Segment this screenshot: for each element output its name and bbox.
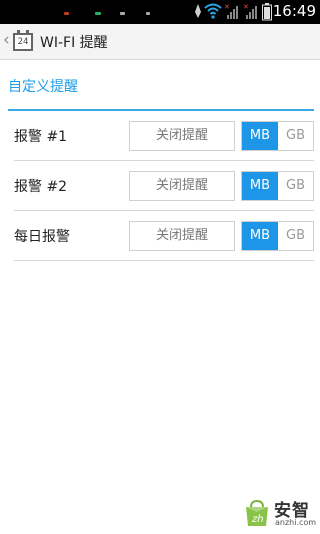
unit-mb-button[interactable]: MB (242, 172, 278, 200)
page-title: WI-FI 提醒 (40, 35, 108, 51)
unit-toggle: MB GB (241, 221, 314, 251)
unit-gb-button[interactable]: GB (278, 122, 313, 150)
notification-dot-icon (120, 12, 125, 15)
shopping-bag-logo-icon: zh (246, 499, 268, 526)
battery-icon (262, 3, 272, 21)
row-label: 报警 #1 (14, 129, 68, 145)
row-label: 每日报警 (14, 229, 70, 245)
back-chevron-icon[interactable]: ‹ (3, 30, 10, 50)
wifi-icon (204, 3, 222, 19)
action-bar: ‹ 24 WI-FI 提醒 (0, 24, 320, 60)
status-time: 16:49 (272, 2, 316, 20)
unit-gb-button[interactable]: GB (278, 222, 313, 250)
status-bar: ✕ ✕ 16:49 (0, 0, 320, 24)
svg-text:zh: zh (251, 514, 264, 525)
alert-row-1: 报警 #1 关闭提醒 MB GB (14, 111, 314, 161)
notification-dot-icon (64, 12, 69, 15)
turn-off-reminder-button[interactable]: 关闭提醒 (129, 171, 235, 201)
anzhi-watermark: zh 安智 anzhi.com (242, 496, 316, 530)
unit-gb-button[interactable]: GB (278, 172, 313, 200)
daily-alert-row: 每日报警 关闭提醒 MB GB (14, 211, 314, 261)
notification-dot-icon (95, 12, 101, 15)
signal-icon: ✕ (224, 3, 238, 19)
row-divider (14, 260, 314, 261)
turn-off-reminder-button[interactable]: 关闭提醒 (129, 221, 235, 251)
alert-row-2: 报警 #2 关闭提醒 MB GB (14, 161, 314, 211)
unit-toggle: MB GB (241, 121, 314, 151)
unit-mb-button[interactable]: MB (242, 222, 278, 250)
location-icon (195, 4, 201, 18)
unit-toggle: MB GB (241, 171, 314, 201)
svg-text:✕: ✕ (243, 3, 249, 11)
notification-dot-icon (146, 12, 150, 15)
unit-mb-button[interactable]: MB (242, 122, 278, 150)
signal-icon: ✕ (243, 3, 257, 19)
watermark-url: anzhi.com (275, 518, 317, 527)
section-title: 自定义提醒 (8, 79, 78, 95)
row-label: 报警 #2 (14, 179, 68, 195)
turn-off-reminder-button[interactable]: 关闭提醒 (129, 121, 235, 151)
calendar-app-icon[interactable]: 24 (13, 30, 33, 51)
svg-text:✕: ✕ (224, 3, 230, 11)
